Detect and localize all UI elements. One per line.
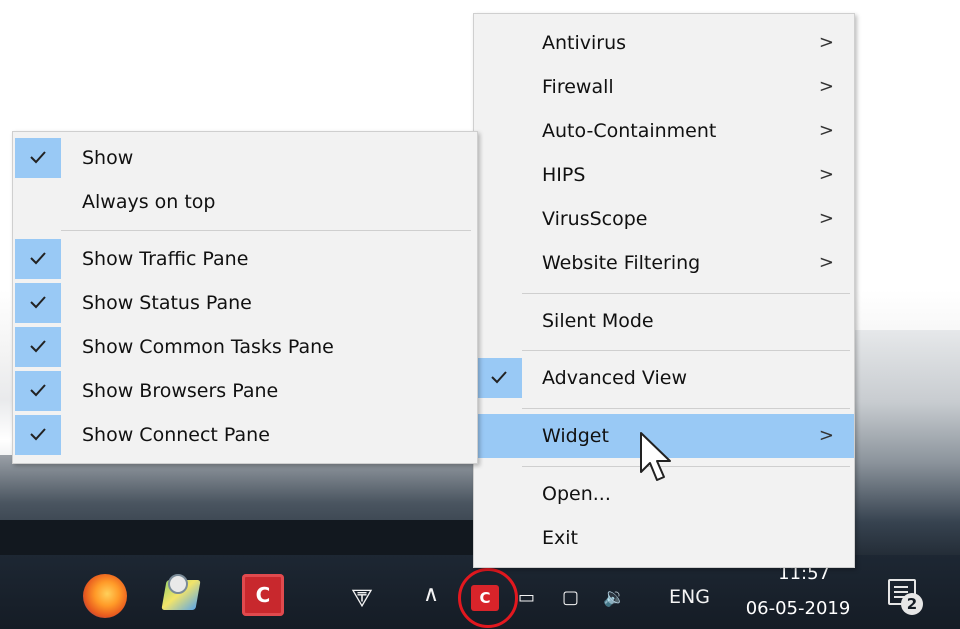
battery-icon[interactable]: ▭ — [518, 585, 535, 611]
menu-item-website-filtering[interactable]: Website Filtering > — [474, 241, 854, 285]
firefox-icon[interactable] — [83, 574, 127, 618]
notification-center-button[interactable]: 2 — [888, 579, 923, 615]
menu-separator — [522, 466, 850, 467]
submenu-item-show[interactable]: Show — [13, 136, 477, 180]
menu-item-label: Exit — [542, 527, 578, 549]
check-mark-icon — [15, 371, 61, 411]
chevron-right-icon: > — [818, 120, 834, 141]
network-icon[interactable]: ▢ — [562, 585, 579, 611]
menu-item-label: Auto-Containment — [542, 120, 717, 142]
submenu-item-status-pane[interactable]: Show Status Pane — [13, 281, 477, 325]
language-indicator[interactable]: ENG — [669, 584, 710, 610]
check-mark-icon — [15, 283, 61, 323]
chevron-right-icon: > — [818, 32, 834, 53]
chevron-right-icon: > — [818, 76, 834, 97]
check-mark-icon — [476, 358, 522, 398]
chevron-right-icon: > — [818, 208, 834, 229]
menu-item-label: Website Filtering — [542, 252, 701, 274]
submenu-item-traffic-pane[interactable]: Show Traffic Pane — [13, 237, 477, 281]
maps-pin — [168, 574, 188, 594]
volume-icon[interactable]: 🔉 — [603, 585, 625, 611]
maps-icon[interactable] — [160, 574, 204, 618]
people-icon[interactable]: ⮗ — [350, 586, 374, 612]
menu-separator — [522, 350, 850, 351]
menu-item-silent-mode[interactable]: Silent Mode — [474, 299, 854, 343]
menu-item-label: Antivirus — [542, 32, 627, 54]
menu-item-label: Advanced View — [542, 367, 687, 389]
menu-item-hips[interactable]: HIPS > — [474, 153, 854, 197]
check-mark-icon — [15, 327, 61, 367]
widget-submenu: Show Always on top Show Traffic Pane Sho… — [12, 131, 478, 464]
submenu-item-label: Show — [82, 147, 134, 169]
submenu-item-label: Show Connect Pane — [82, 424, 270, 446]
menu-item-label: HIPS — [542, 164, 586, 186]
check-mark-icon — [15, 138, 61, 178]
submenu-item-connect-pane[interactable]: Show Connect Pane — [13, 413, 477, 457]
clock-date[interactable]: 06-05-2019 — [738, 598, 858, 619]
menu-item-label: Open... — [542, 483, 611, 505]
chevron-right-icon: > — [818, 164, 834, 185]
menu-item-label: VirusScope — [542, 208, 648, 230]
chevron-right-icon: > — [818, 252, 834, 273]
menu-item-antivirus[interactable]: Antivirus > — [474, 21, 854, 65]
submenu-item-label: Always on top — [82, 191, 216, 213]
check-mark-icon — [15, 239, 61, 279]
submenu-item-browsers-pane[interactable]: Show Browsers Pane — [13, 369, 477, 413]
submenu-item-label: Show Browsers Pane — [82, 380, 279, 402]
menu-item-label: Widget — [542, 425, 609, 447]
menu-item-auto-containment[interactable]: Auto-Containment > — [474, 109, 854, 153]
comodo-icon: C — [255, 583, 271, 607]
submenu-item-common-tasks-pane[interactable]: Show Common Tasks Pane — [13, 325, 477, 369]
submenu-item-label: Show Common Tasks Pane — [82, 336, 334, 358]
comodo-taskbar-button[interactable]: C — [242, 574, 284, 616]
submenu-item-label: Show Status Pane — [82, 292, 252, 314]
menu-separator — [522, 293, 850, 294]
menu-item-label: Firewall — [542, 76, 614, 98]
submenu-item-always-on-top[interactable]: Always on top — [13, 180, 477, 224]
menu-item-firewall[interactable]: Firewall > — [474, 65, 854, 109]
menu-item-exit[interactable]: Exit — [474, 516, 854, 560]
annotation-highlight-ring — [458, 568, 518, 628]
menu-item-virusscope[interactable]: VirusScope > — [474, 197, 854, 241]
submenu-item-label: Show Traffic Pane — [82, 248, 249, 270]
menu-item-label: Silent Mode — [542, 310, 654, 332]
menu-separator — [522, 408, 850, 409]
menu-separator — [61, 230, 471, 231]
mouse-cursor-icon — [640, 432, 671, 481]
chevron-up-icon[interactable]: ∧ — [423, 582, 439, 608]
notification-count: 2 — [901, 593, 923, 615]
menu-item-advanced-view[interactable]: Advanced View — [474, 356, 854, 400]
chevron-right-icon: > — [818, 425, 834, 446]
check-mark-icon — [15, 415, 61, 455]
